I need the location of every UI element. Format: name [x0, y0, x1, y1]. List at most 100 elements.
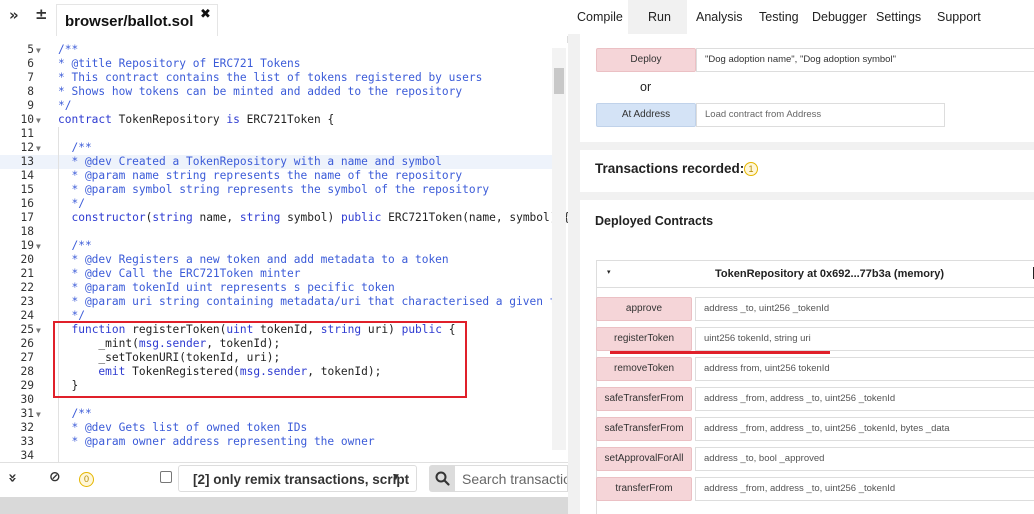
code-line[interactable]: 17 constructor(string name, string symbo…: [0, 211, 568, 225]
code-line[interactable]: 22 * @param tokenId uint represents s pe…: [0, 281, 552, 295]
line-content: * @dev Registers a new token and add met…: [58, 253, 448, 267]
collapse-terminal-icon[interactable]: »: [4, 473, 22, 483]
code-line[interactable]: 7 * This contract contains the list of to…: [0, 71, 552, 85]
fold-arrow-icon[interactable]: ▼: [36, 408, 41, 422]
code-line[interactable]: 26 _mint(msg.sender, tokenId);: [0, 337, 552, 351]
line-number: 22: [20, 281, 34, 294]
listen-network-checkbox[interactable]: [160, 471, 172, 483]
code-line[interactable]: 25 ▼ function registerToken(uint tokenId,…: [0, 323, 552, 337]
code-line[interactable]: 20 * @dev Registers a new token and add …: [0, 253, 552, 267]
function-button-approve[interactable]: approve: [596, 297, 692, 321]
fold-arrow-icon[interactable]: ▼: [36, 324, 41, 338]
code-line[interactable]: 6 * @title Repository of ERC721 Tokens: [0, 57, 552, 71]
function-button-safetransferfrom[interactable]: safeTransferFrom: [596, 387, 692, 411]
code-line[interactable]: 31 ▼ /**: [0, 407, 552, 421]
code-editor[interactable]: 5 ▼/** 6 * @title Repository of ERC721 Toke…: [0, 43, 568, 463]
function-args-input[interactable]: address _to, uint256 _tokenId: [695, 297, 1034, 321]
function-button-registertoken[interactable]: registerToken: [596, 327, 692, 351]
code-token: }: [58, 379, 79, 392]
function-args-input[interactable]: address _from, address _to, uint256 _tok…: [695, 417, 1034, 441]
comment-token: /**: [58, 141, 92, 154]
function-args-input[interactable]: address _from, address _to, uint256 _tok…: [695, 387, 1034, 411]
top-navigation: Compile Run Analysis Testing Debugger Se…: [568, 0, 1034, 34]
function-args-input[interactable]: uint256 tokenId, string uri: [695, 327, 1034, 351]
line-content: * @param symbol string represents the sy…: [58, 183, 489, 197]
deploy-args-input[interactable]: "Dog adoption name", "Dog adoption symbo…: [696, 48, 1034, 72]
code-line[interactable]: 14 * @param name string represents the n…: [0, 169, 552, 183]
code-line[interactable]: 11: [0, 127, 552, 141]
code-line[interactable]: 30: [0, 393, 552, 407]
tab-run[interactable]: Run: [648, 10, 671, 24]
code-line[interactable]: 5 ▼ /**: [0, 43, 552, 57]
function-args-input[interactable]: address from, uint256 tokenId: [695, 357, 1034, 381]
transaction-filter-select[interactable]: [2] only remix transactions, script ▼: [178, 465, 417, 492]
function-button-removetoken[interactable]: removeToken: [596, 357, 692, 381]
keyword-token: constructor: [71, 211, 146, 224]
code-line[interactable]: 32 * @dev Gets list of owned token IDs: [0, 421, 552, 435]
tab-analysis[interactable]: Analysis: [696, 10, 743, 24]
code-line[interactable]: 28 emit TokenRegistered(msg.sender, toke…: [0, 365, 552, 379]
fold-arrow-icon[interactable]: ▼: [36, 142, 41, 156]
at-address-input[interactable]: Load contract from Address: [696, 103, 945, 127]
code-token: {: [442, 323, 456, 336]
line-content: */: [58, 99, 71, 113]
toggle-file-explorer-icon[interactable]: »: [9, 6, 19, 24]
fold-arrow-icon[interactable]: ▼: [36, 44, 41, 58]
tab-debugger[interactable]: Debugger: [812, 10, 867, 24]
at-address-button[interactable]: At Address: [596, 103, 696, 127]
code-line[interactable]: 24 */: [0, 309, 552, 323]
code-line[interactable]: 19 ▼ /**: [0, 239, 552, 253]
line-number: 16: [20, 197, 34, 210]
code-line[interactable]: 29 }: [0, 379, 552, 393]
pending-tx-badge: 0: [79, 472, 94, 487]
function-args-input[interactable]: address _to, bool _approved: [695, 447, 1034, 471]
code-line[interactable]: 16 */: [0, 197, 552, 211]
tab-support[interactable]: Support: [937, 10, 981, 24]
editor-scrollbar[interactable]: [552, 48, 566, 450]
clear-console-icon[interactable]: ⊘: [49, 469, 61, 485]
code-line[interactable]: 13 * @dev Created a TokenRepository with…: [0, 155, 552, 169]
code-line[interactable]: 23 * @param uri string containing metada…: [0, 295, 563, 309]
search-transactions-input[interactable]: [455, 465, 568, 492]
code-line[interactable]: 34: [0, 449, 552, 463]
function-row: safeTransferFrom address _from, address _…: [596, 417, 1034, 441]
code-line[interactable]: 15 * @param symbol string represents the…: [0, 183, 552, 197]
caret-down-icon: ▼: [391, 472, 401, 483]
line-content: /**: [58, 239, 92, 253]
function-button-setapprovalforall[interactable]: setApprovalForAll: [596, 447, 692, 471]
code-line[interactable]: 27 _setTokenURI(tokenId, uri);: [0, 351, 552, 365]
close-tab-icon[interactable]: ✖: [200, 7, 211, 22]
tab-testing[interactable]: Testing: [759, 10, 799, 24]
transaction-filter-label: [2] only remix transactions, script: [193, 472, 410, 487]
line-content: * @dev Gets list of owned token IDs: [58, 421, 307, 435]
tab-settings[interactable]: Settings: [876, 10, 921, 24]
transactions-recorded-section[interactable]: Transactions recorded: 1: [580, 150, 1034, 192]
function-args-input[interactable]: address _from, address _to, uint256 _tok…: [695, 477, 1034, 501]
file-tab[interactable]: browser/ballot.sol ✖: [56, 4, 218, 36]
tab-compile[interactable]: Compile: [577, 10, 623, 24]
code-line[interactable]: 10 ▼ contract TokenRepository is ERC721Tok…: [0, 113, 552, 127]
caret-down-icon[interactable]: ▾: [607, 268, 611, 276]
code-line[interactable]: 33 * @param owner address representing t…: [0, 435, 552, 449]
scrollbar-thumb[interactable]: [554, 68, 564, 94]
line-number: 31: [20, 407, 34, 420]
code-line[interactable]: 9 */: [0, 99, 552, 113]
search-icon[interactable]: [429, 465, 456, 492]
function-button-transferfrom[interactable]: transferFrom: [596, 477, 692, 501]
comment-token: /**: [58, 239, 92, 252]
indent-guide: [58, 127, 59, 141]
fold-arrow-icon[interactable]: ▼: [36, 114, 41, 128]
code-line[interactable]: 8 * Shows how tokens can be minted and ad…: [0, 85, 552, 99]
editor-tabbar: » ± browser/ballot.sol ✖: [0, 0, 568, 36]
code-line[interactable]: 21 * @dev Call the ERC721Token minter: [0, 267, 552, 281]
contract-instance-header[interactable]: ▾ TokenRepository at 0x692...77b3a (memo…: [596, 260, 1034, 288]
new-file-icon[interactable]: ±: [35, 5, 48, 23]
code-token: symbol): [280, 211, 341, 224]
line-number: 24: [20, 309, 34, 322]
code-line[interactable]: 12 ▼ /**: [0, 141, 552, 155]
code-line[interactable]: 18: [0, 225, 552, 239]
function-button-safetransferfrom[interactable]: safeTransferFrom: [596, 417, 692, 441]
fold-arrow-icon[interactable]: ▼: [36, 240, 41, 254]
comment-token: * @param symbol string represents the sy…: [58, 183, 490, 196]
deploy-button[interactable]: Deploy: [596, 48, 696, 72]
